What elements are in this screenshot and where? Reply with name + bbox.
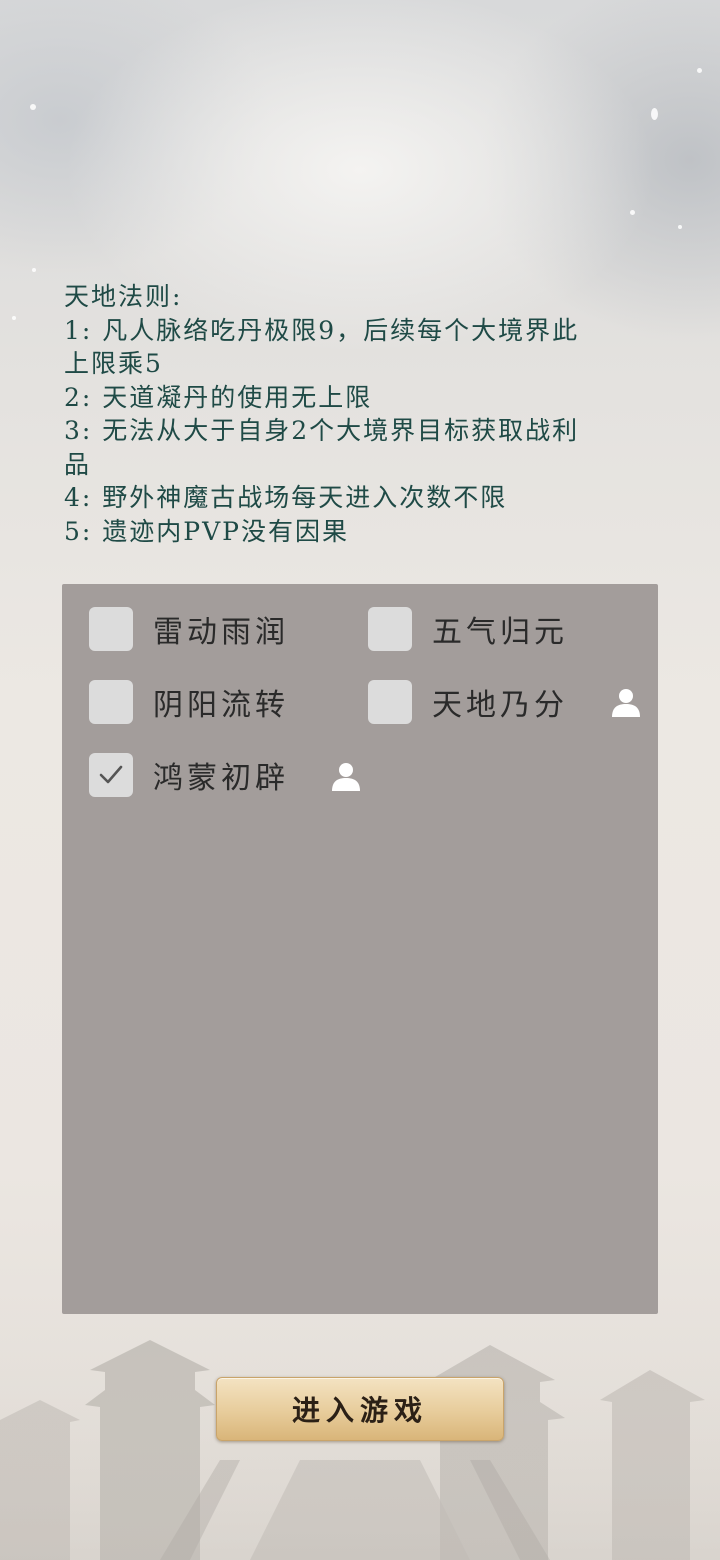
rules-title: 天地法则: — [64, 282, 183, 311]
rule-line: 4: 野外神魔古战场每天进入次数不限 — [64, 483, 508, 512]
background-sparkle — [697, 68, 702, 73]
option-checkbox[interactable] — [89, 680, 133, 724]
rule-line: 5: 遗迹内PVP没有因果 — [64, 516, 349, 546]
player-icon — [612, 689, 640, 717]
rules-text-block: 天地法则: 1: 凡人脉络吃丹极限9，后续每个大境界此 上限乘5 2: 天道凝丹… — [64, 280, 644, 548]
background-sparkle — [12, 316, 16, 320]
option-tiandi-naifen[interactable]: 天地乃分 — [368, 679, 568, 725]
option-leidong-yurun[interactable]: 雷动雨润 — [89, 606, 289, 652]
checkmark-icon — [99, 765, 123, 784]
option-label: 鸿蒙初辟 — [153, 761, 289, 796]
server-options-panel: 雷动雨润 五气归元 阴阳流转 天地乃分 鸿蒙初辟 — [62, 584, 658, 1314]
rule-line: 2: 天道凝丹的使用无上限 — [64, 382, 373, 412]
rule-line: 3: 无法从大于自身2个大境界目标获取战利 — [64, 416, 580, 445]
option-label: 天地乃分 — [432, 688, 568, 723]
option-hongmeng-chupi[interactable]: 鸿蒙初辟 — [89, 752, 289, 798]
option-checkbox[interactable] — [368, 607, 412, 651]
option-label: 五气归元 — [432, 615, 568, 650]
enter-game-button[interactable]: 进入游戏 — [216, 1377, 504, 1441]
background-sparkle — [30, 104, 36, 110]
option-checkbox[interactable] — [89, 607, 133, 651]
rule-line: 上限乘5 — [64, 349, 163, 378]
option-label: 阴阳流转 — [153, 688, 289, 723]
player-icon — [332, 763, 360, 791]
background-sparkle — [630, 210, 635, 215]
option-checkbox[interactable] — [368, 680, 412, 724]
option-yinyang-liuzhuan[interactable]: 阴阳流转 — [89, 679, 289, 725]
rule-line: 品 — [64, 449, 92, 479]
background-sparkle — [651, 108, 658, 120]
enter-game-label: 进入游戏 — [291, 1394, 428, 1427]
background-sparkle — [32, 268, 36, 272]
background-sparkle — [678, 225, 682, 229]
option-label: 雷动雨润 — [153, 615, 289, 650]
rule-line: 1: 凡人脉络吃丹极限9，后续每个大境界此 — [64, 315, 580, 345]
option-wuqi-guiyuan[interactable]: 五气归元 — [368, 606, 568, 652]
option-checkbox-checked[interactable] — [89, 753, 133, 797]
